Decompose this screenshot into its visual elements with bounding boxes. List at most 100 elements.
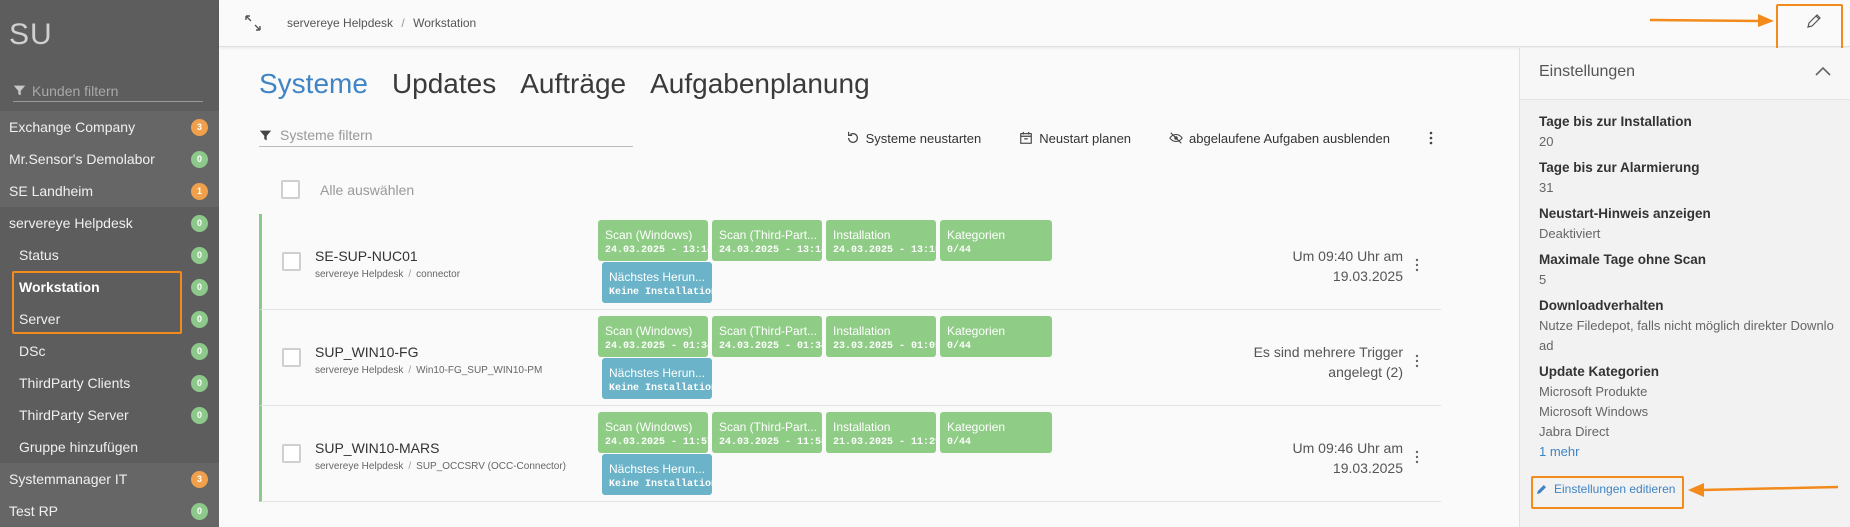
status-card[interactable]: Installation 21.03.2025 - 11:29:23 <box>826 412 936 453</box>
customer-filter-input[interactable]: Kunden filtern <box>32 83 118 99</box>
select-all-checkbox[interactable] <box>281 180 300 199</box>
status-card-value: 0/44 <box>947 245 972 256</box>
more-options-icon[interactable] <box>1428 130 1434 146</box>
status-card-title: Installation <box>833 228 891 242</box>
arrow-annotation <box>1688 483 1838 497</box>
eye-off-icon <box>1169 132 1183 144</box>
system-name[interactable]: SUP_WIN10-FG <box>315 344 418 360</box>
hide-expired-tasks-button[interactable]: abgelaufene Aufgaben ausblenden <box>1169 131 1390 146</box>
status-card[interactable]: Kategorien 0/44 <box>940 220 1052 261</box>
system-customer: servereye Helpdesk <box>315 269 404 280</box>
tab-aufgabenplanung[interactable]: Aufgabenplanung <box>650 68 870 100</box>
sidebar-item[interactable]: DSc 0 <box>0 335 219 367</box>
tab-auftraege[interactable]: Aufträge <box>520 68 626 100</box>
more-options-icon[interactable] <box>1415 354 1419 368</box>
chevron-up-icon[interactable] <box>1815 66 1831 76</box>
sidebar-item[interactable]: SE Landheim 1 <box>0 175 219 207</box>
status-card-title: Kategorien <box>947 228 1006 242</box>
status-card-title: Scan (Third-Part... <box>719 324 818 338</box>
system-row[interactable]: SE-SUP-NUC01 servereye Helpdesk / connector… <box>259 214 1441 310</box>
sidebar-item[interactable]: ThirdParty Server 0 <box>0 399 219 431</box>
status-card-title: Kategorien <box>947 324 1006 338</box>
status-card[interactable]: Scan (Third-Part... 24.03.2025 - 13:14:26 <box>712 220 822 261</box>
sidebar-item-label: servereye Helpdesk <box>9 215 133 231</box>
top-bar: servereye Helpdesk / Workstation <box>219 0 1850 47</box>
restart-status: Es sind mehrere Trigger angelegt (2) <box>1254 342 1403 382</box>
settings-panel: Einstellungen Tage bis zur Installation 2… <box>1519 48 1850 527</box>
setting-item: Update Kategorien Microsoft Produkte Micro… <box>1539 362 1839 442</box>
setting-label: Downloadverhalten <box>1539 298 1664 313</box>
system-checkbox[interactable] <box>282 348 301 367</box>
sidebar-item[interactable]: Status 0 <box>0 239 219 271</box>
expand-icon[interactable] <box>244 14 262 32</box>
status-card[interactable]: Scan (Windows) 24.03.2025 - 13:14:09 <box>598 220 708 261</box>
breadcrumb-separator: / <box>401 16 405 30</box>
system-customer: servereye Helpdesk <box>315 461 404 472</box>
sidebar-item[interactable]: servereye Helpdesk 0 <box>0 207 219 239</box>
sidebar-item[interactable]: Mr.Sensor's Demolabor 0 <box>0 143 219 175</box>
system-path: servereye Helpdesk / connector <box>315 269 460 280</box>
sidebar-item[interactable]: Test RP 0 <box>0 495 219 527</box>
status-card[interactable]: Nächstes Herun... Keine Installation <box>602 454 712 495</box>
select-all[interactable]: Alle auswählen <box>281 180 414 199</box>
arrow-annotation <box>1650 14 1774 27</box>
status-card[interactable]: Nächstes Herun... Keine Installation <box>602 358 712 399</box>
system-filter-input[interactable]: Systeme filtern <box>280 127 373 143</box>
system-checkbox[interactable] <box>282 444 301 463</box>
status-card[interactable]: Kategorien 0/44 <box>940 412 1052 453</box>
sidebar-item[interactable]: Workstation 0 <box>0 271 219 303</box>
sidebar-item-label: Exchange Company <box>9 119 136 135</box>
system-name[interactable]: SUP_WIN10-MARS <box>315 440 439 456</box>
schedule-restart-button[interactable]: Neustart planen <box>1019 131 1131 146</box>
setting-value: Nutze Filedepot, falls nicht möglich dir… <box>1539 318 1834 353</box>
tab-systeme[interactable]: Systeme <box>259 68 368 100</box>
restart-systems-button[interactable]: Systeme neustarten <box>846 131 981 146</box>
breadcrumb-group: Workstation <box>413 16 477 30</box>
status-card[interactable]: Scan (Third-Part... 24.03.2025 - 11:58:08 <box>712 412 822 453</box>
status-badge: 0 <box>191 278 208 296</box>
status-badge: 0 <box>191 310 208 328</box>
sidebar-item[interactable]: Gruppe hinzufügen <box>0 431 219 463</box>
system-connector: connector <box>416 269 461 280</box>
more-options-icon[interactable] <box>1415 450 1419 464</box>
sidebar-item[interactable]: ThirdParty Clients 0 <box>0 367 219 399</box>
customer-filter[interactable]: Kunden filtern <box>13 80 203 102</box>
status-badge: 0 <box>191 374 208 392</box>
system-name[interactable]: SE-SUP-NUC01 <box>315 248 418 264</box>
setting-item: Tage bis zur Alarmierung 31 <box>1539 158 1839 198</box>
status-badge: 0 <box>191 502 208 520</box>
status-card-title: Nächstes Herun... <box>609 366 706 380</box>
status-card[interactable]: Nächstes Herun... Keine Installation <box>602 262 712 303</box>
status-card[interactable]: Installation 23.03.2025 - 01:05:30 <box>826 316 936 357</box>
show-more-link[interactable]: 1 mehr <box>1539 442 1839 462</box>
status-card[interactable]: Scan (Third-Part... 24.03.2025 - 01:34:34 <box>712 316 822 357</box>
status-card[interactable]: Scan (Windows) 24.03.2025 - 01:34:25 <box>598 316 708 357</box>
tab-updates[interactable]: Updates <box>392 68 496 100</box>
status-card-title: Scan (Windows) <box>605 228 693 242</box>
status-cards: Scan (Windows)24.03.2025 - 01:34:25Scan … <box>598 316 1058 416</box>
setting-label: Update Kategorien <box>1539 364 1660 379</box>
setting-label: Maximale Tage ohne Scan <box>1539 252 1707 267</box>
setting-value: Deaktiviert <box>1539 226 1601 241</box>
calendar-icon <box>1020 131 1033 144</box>
system-row[interactable]: SUP_WIN10-FG servereye Helpdesk / Win10-FG_… <box>259 310 1441 406</box>
status-card[interactable]: Kategorien 0/44 <box>940 316 1052 357</box>
system-row[interactable]: SUP_WIN10-MARS servereye Helpdesk / SUP_OCC… <box>259 406 1441 502</box>
status-card[interactable]: Installation 24.03.2025 - 13:15:26 <box>826 220 936 261</box>
sidebar-item[interactable]: Server 0 <box>0 303 219 335</box>
system-filter[interactable]: Systeme filtern <box>259 124 633 147</box>
system-checkbox[interactable] <box>282 252 301 271</box>
more-options-icon[interactable] <box>1415 258 1419 272</box>
restart-status-line: 19.03.2025 <box>1332 460 1403 476</box>
sidebar-item[interactable]: Exchange Company 3 <box>0 111 219 143</box>
status-badge: 0 <box>191 150 208 168</box>
status-badge: 0 <box>191 406 208 424</box>
status-card-title: Scan (Third-Part... <box>719 420 818 434</box>
breadcrumb-customer[interactable]: servereye Helpdesk <box>287 16 393 30</box>
status-card[interactable]: Scan (Windows) 24.03.2025 - 11:57:58 <box>598 412 708 453</box>
tabs: Systeme Updates Aufträge Aufgabenplanung <box>259 68 870 100</box>
status-card-value: 24.03.2025 - 11:58:08 <box>719 437 822 448</box>
settings-panel-header[interactable]: Einstellungen <box>1520 48 1850 100</box>
sidebar-item[interactable]: Systemmanager IT 3 <box>0 463 219 495</box>
path-separator: / <box>408 461 412 472</box>
